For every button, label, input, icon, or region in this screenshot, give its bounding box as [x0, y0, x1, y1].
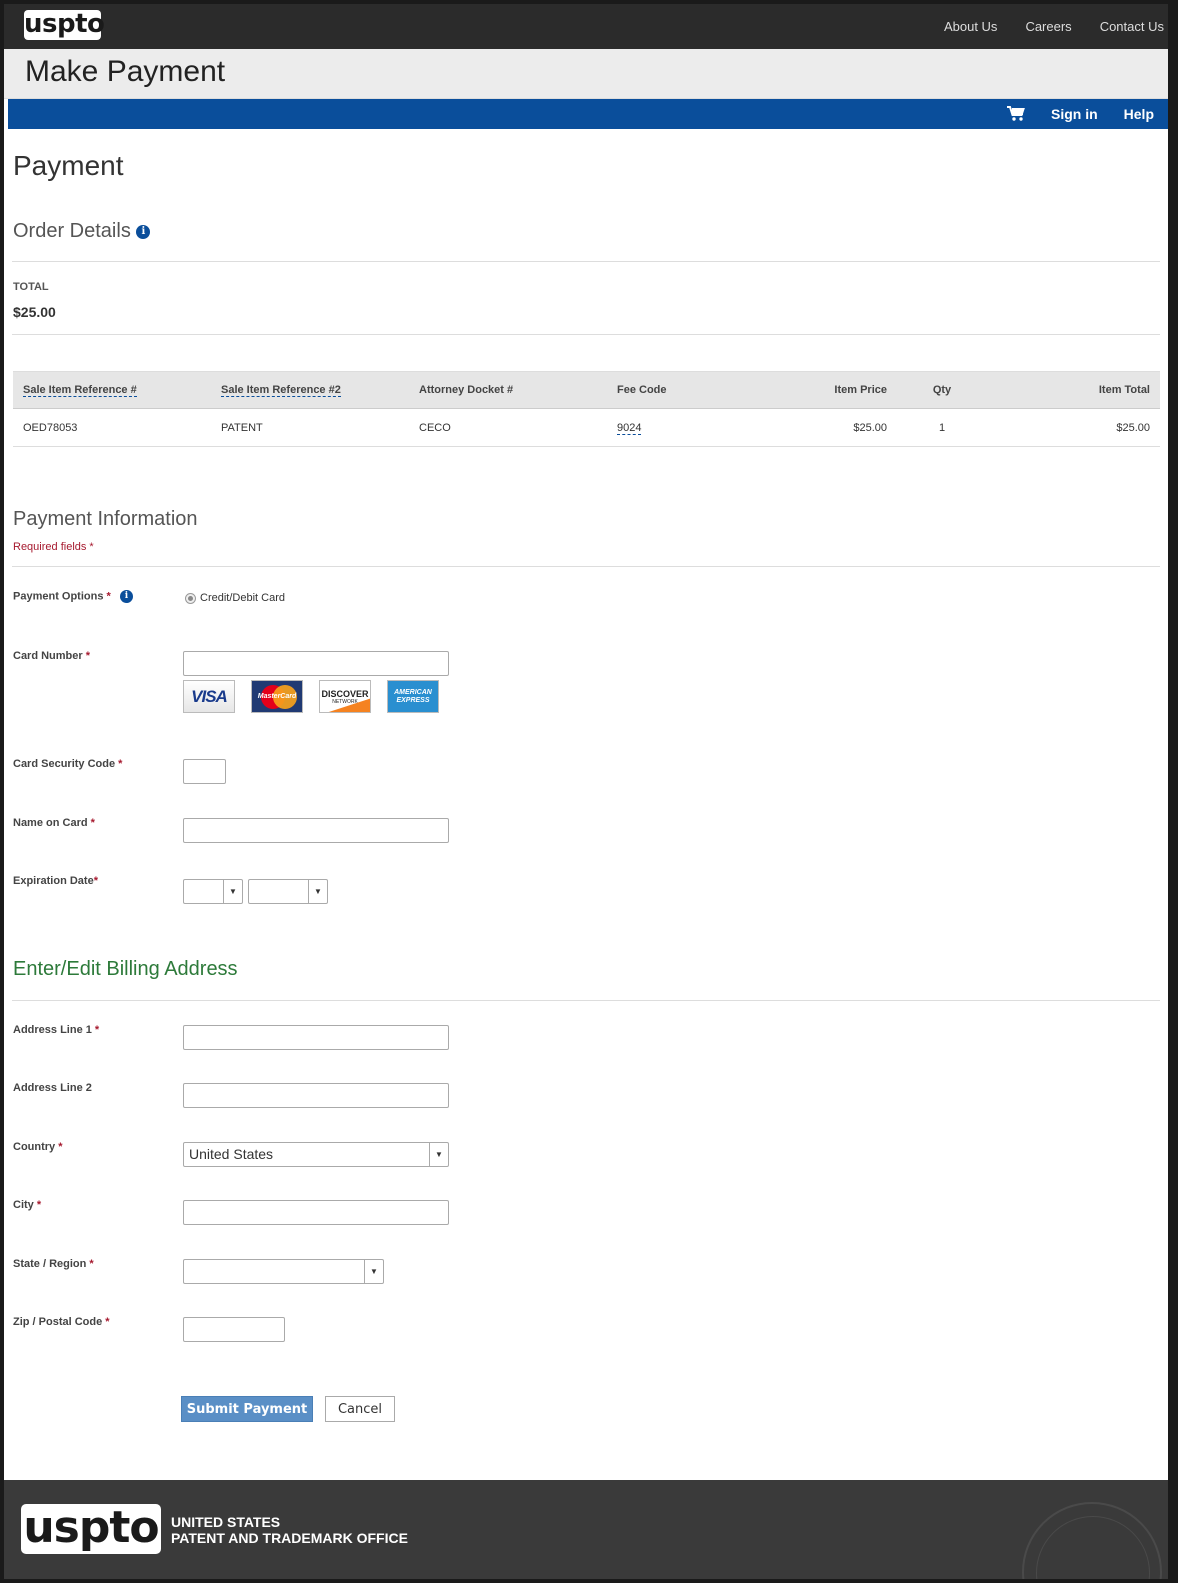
footer-org-name: UNITED STATES PATENT AND TRADEMARK OFFIC… [171, 1514, 408, 1546]
chevron-down-icon[interactable]: ▼ [308, 880, 327, 903]
divider [12, 334, 1160, 335]
discover-logo: DISCOVERNETWORK [319, 680, 371, 713]
col-qty: Qty [897, 372, 987, 409]
total-value: $25.00 [13, 304, 56, 320]
expiration-month-select[interactable]: ▼ [183, 879, 243, 904]
title-bar: Make Payment [4, 49, 1168, 99]
blue-nav-bar: Sign in Help [8, 99, 1168, 129]
order-details-heading: Order Details i [13, 220, 150, 243]
info-icon[interactable]: i [136, 225, 150, 239]
uspto-footer-logo[interactable]: uspto [21, 1504, 161, 1554]
radio-label: Credit/Debit Card [200, 592, 285, 604]
order-items-table: Sale Item Reference # Sale Item Referenc… [13, 371, 1160, 447]
table-row: OED78053 PATENT CECO 9024 $25.00 1 $25.0… [13, 409, 1160, 447]
zip-postal-code-input[interactable] [183, 1317, 285, 1342]
table-header-row: Sale Item Reference # Sale Item Referenc… [13, 372, 1160, 409]
footer: uspto UNITED STATES PATENT AND TRADEMARK… [4, 1480, 1168, 1583]
chevron-down-icon[interactable]: ▼ [429, 1143, 448, 1166]
top-header: uspto About Us Careers Contact Us [4, 4, 1168, 49]
divider [12, 566, 1160, 567]
submit-payment-button[interactable]: Submit Payment [181, 1396, 313, 1422]
cancel-button[interactable]: Cancel [325, 1396, 395, 1422]
accepted-cards: VISA MasterCard DISCOVERNETWORK AMERICAN… [183, 680, 439, 713]
cell-attorney-docket: CECO [409, 409, 607, 447]
city-label: City * [13, 1199, 41, 1211]
col-item-price: Item Price [757, 372, 897, 409]
total-label: TOTAL [13, 281, 49, 293]
state-region-label: State / Region * [13, 1258, 94, 1270]
name-on-card-label: Name on Card * [13, 817, 95, 829]
cell-sale-item-ref: OED78053 [13, 409, 211, 447]
top-nav: About Us Careers Contact Us [944, 4, 1164, 49]
card-number-input[interactable] [183, 651, 449, 676]
cell-fee-code[interactable]: 9024 [617, 422, 641, 435]
address-line-2-label: Address Line 2 [13, 1082, 92, 1094]
col-sale-item-ref[interactable]: Sale Item Reference # [23, 384, 137, 397]
address-line-1-label: Address Line 1 * [13, 1024, 99, 1036]
cell-item-total: $25.00 [987, 409, 1160, 447]
page-frame: uspto About Us Careers Contact Us Make P… [0, 0, 1178, 1583]
card-number-label: Card Number * [13, 650, 90, 662]
country-select[interactable]: United States ▼ [183, 1142, 449, 1167]
app-title: Make Payment [25, 55, 225, 89]
radio-button[interactable] [185, 593, 196, 604]
col-fee-code: Fee Code [607, 372, 757, 409]
cell-sale-item-ref-2: PATENT [211, 409, 409, 447]
amex-logo: AMERICANEXPRESS [387, 680, 439, 713]
nav-contact-us[interactable]: Contact Us [1100, 19, 1164, 34]
shopping-cart-icon[interactable] [1007, 106, 1025, 122]
required-fields-note: Required fields * [13, 541, 94, 553]
payment-info-heading: Payment Information [13, 508, 198, 531]
city-input[interactable] [183, 1200, 449, 1225]
expiration-date-label: Expiration Date* [13, 875, 98, 887]
security-code-input[interactable] [183, 759, 226, 784]
col-sale-item-ref-2[interactable]: Sale Item Reference #2 [221, 384, 341, 397]
cell-qty: 1 [897, 409, 987, 447]
cell-item-price: $25.00 [757, 409, 897, 447]
security-code-label: Card Security Code * [13, 758, 122, 770]
billing-address-heading: Enter/Edit Billing Address [13, 958, 238, 981]
nav-about-us[interactable]: About Us [944, 19, 997, 34]
divider [12, 1000, 1160, 1001]
sign-in-link[interactable]: Sign in [1051, 106, 1098, 122]
address-line-1-input[interactable] [183, 1025, 449, 1050]
help-link[interactable]: Help [1124, 106, 1154, 122]
address-line-2-input[interactable] [183, 1083, 449, 1108]
chevron-down-icon[interactable]: ▼ [223, 880, 242, 903]
state-region-select[interactable]: ▼ [183, 1259, 384, 1284]
country-label: Country * [13, 1141, 63, 1153]
uspto-logo[interactable]: uspto [24, 10, 101, 40]
col-item-total: Item Total [987, 372, 1160, 409]
visa-logo: VISA [183, 680, 235, 713]
name-on-card-input[interactable] [183, 818, 449, 843]
nav-careers[interactable]: Careers [1025, 19, 1071, 34]
page-heading: Payment [13, 150, 124, 182]
info-icon[interactable]: i [120, 590, 133, 603]
expiration-year-select[interactable]: ▼ [248, 879, 328, 904]
col-attorney-docket: Attorney Docket # [409, 372, 607, 409]
chevron-down-icon[interactable]: ▼ [364, 1260, 383, 1283]
zip-postal-code-label: Zip / Postal Code * [13, 1316, 110, 1328]
divider [12, 261, 1160, 262]
uspto-seal-icon [1022, 1502, 1162, 1583]
payment-options-label: Payment Options * i [13, 590, 133, 603]
order-details-label: Order Details [13, 220, 131, 242]
credit-debit-radio[interactable]: Credit/Debit Card [185, 592, 285, 604]
mastercard-logo: MasterCard [251, 680, 303, 713]
country-value: United States [189, 1146, 273, 1162]
